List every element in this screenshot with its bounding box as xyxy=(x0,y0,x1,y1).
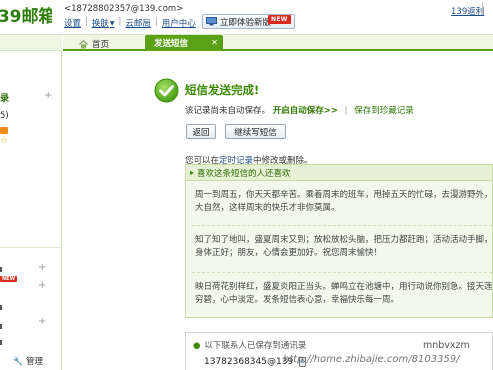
user-center-link[interactable]: 用户中心 xyxy=(162,17,196,29)
settings-link[interactable]: 设置 xyxy=(64,17,81,29)
link-separator: | xyxy=(85,17,88,27)
save-status-line: 该记录尚未自动保存。 开启自动保存>> | 保存到珍藏记录 xyxy=(185,104,414,116)
sidebar-divider xyxy=(0,247,62,248)
success-title: 短信发送完成! xyxy=(185,83,260,97)
manage-label: 管理 xyxy=(25,357,43,367)
close-icon[interactable]: ✕ xyxy=(211,38,218,47)
message-divider xyxy=(192,272,492,273)
suggested-message[interactable]: 映日荷花别样红，盛夏炎阳正当头。蝉鸣立在池塘中，用行动说你别急。接天莲叶无穷碧，… xyxy=(195,281,492,307)
sidebar-new-badge: NEW xyxy=(0,276,18,282)
mailbox-logo[interactable]: 139邮箱 xyxy=(0,5,52,27)
rebate-link[interactable]: 139返利 xyxy=(451,5,484,17)
suggestion-panel: ▸ 喜欢这条短信的人还喜欢 周一到周五，你天天都辛苦。乘着周末的班车，甩掉五天的… xyxy=(185,164,493,318)
folder-icon[interactable] xyxy=(0,127,8,134)
suggestion-header[interactable]: ▸ 喜欢这条短信的人还喜欢 xyxy=(186,165,492,181)
chevron-down-icon: ▼ xyxy=(109,20,115,27)
suggested-message[interactable]: 周一到周五，你天天都辛苦。乘着周末的班车，甩掉五天的忙碌，去漫游野外，融入大自然… xyxy=(195,189,492,215)
sidebar-top-strip xyxy=(0,35,62,51)
sidebar-item-marker xyxy=(0,324,2,329)
sidebar-item-marker xyxy=(0,340,2,345)
wrench-icon: 🔧 xyxy=(13,357,23,366)
monitor-icon xyxy=(206,17,217,26)
header-divider xyxy=(482,3,483,15)
tab-send-sms[interactable]: 发送短信 ✕ xyxy=(145,35,223,51)
cloud-post-link[interactable]: 云邮局 xyxy=(125,17,151,29)
sidebar-item-marker xyxy=(0,267,2,272)
suggested-message[interactable]: 知了知了地叫，盛夏周末又到；放松放松头脑，把压力都赶跑；活动活动手脚，健康身体正… xyxy=(195,234,492,260)
sidebar-count[interactable]: 5) xyxy=(0,111,9,121)
new-badge: NEW xyxy=(268,15,291,24)
contacts-header-label: 以下联系人已保存到通讯录 xyxy=(204,341,307,351)
tab-send-sms-label: 发送短信 xyxy=(154,39,189,49)
left-sidebar: 录 + 5) ☆ + NEW + + 🔧 管理 xyxy=(0,35,62,370)
tab-home-label: 首页 xyxy=(92,40,110,50)
add-plus-icon[interactable]: + xyxy=(38,262,46,273)
top-links: 设置 | 换肤▼ | 云邮局 | 用户中心 xyxy=(64,17,196,29)
back-button[interactable]: 返回 xyxy=(186,124,216,139)
check-circle-icon xyxy=(154,78,179,103)
add-plus-icon[interactable]: + xyxy=(38,280,46,291)
contacts-header: ● 以下联系人已保存到通讯录 xyxy=(193,339,306,351)
sidebar-section-label[interactable]: 录 xyxy=(0,91,9,104)
tab-home[interactable]: 首页 xyxy=(67,37,143,51)
tab-bar: 首页 发送短信 ✕ xyxy=(63,35,493,51)
link-separator: | xyxy=(118,17,122,27)
main-content: 短信发送完成! 该记录尚未自动保存。 开启自动保存>> | 保存到珍藏记录 返回… xyxy=(63,53,493,370)
top-header: 139邮箱 <18728802357@139.com> 设置 | 换肤▼ | 云… xyxy=(0,0,493,35)
message-divider xyxy=(192,225,492,226)
add-plus-icon[interactable]: + xyxy=(38,316,46,327)
save-note: 该记录尚未自动保存。 xyxy=(185,106,271,116)
bullet-icon: ● xyxy=(193,341,201,351)
logo-text: 139邮箱 xyxy=(0,6,52,27)
watermark-url: http://home.zhibajie.com/8103359/ xyxy=(283,354,460,365)
manage-link[interactable]: 🔧 管理 xyxy=(13,355,43,367)
link-separator: | xyxy=(154,17,158,27)
home-icon xyxy=(79,39,88,48)
save-to-collection-link[interactable]: 保存到珍藏记录 xyxy=(354,106,414,116)
sidebar-item-marker xyxy=(0,305,2,310)
link-separator: | xyxy=(344,106,348,116)
star-icon[interactable]: ☆ xyxy=(0,137,8,146)
continue-writing-button[interactable]: 继续写短信 xyxy=(225,124,286,139)
contact-phone[interactable]: 13782368345@139 xyxy=(204,357,293,367)
caret-right-icon: ▸ xyxy=(190,168,195,177)
add-plus-icon[interactable]: + xyxy=(44,90,52,101)
skin-link[interactable]: 换肤▼ xyxy=(92,17,115,29)
skin-link-label: 换肤 xyxy=(91,19,109,29)
watermark-brand: mnbvxzm xyxy=(423,340,470,351)
user-email: <18728802357@139.com> xyxy=(64,4,184,14)
try-new-version-label: 立即体验新版 xyxy=(220,17,272,28)
suggestion-header-label: 喜欢这条短信的人还喜欢 xyxy=(197,168,291,179)
auto-save-link[interactable]: 开启自动保存>> xyxy=(273,106,338,116)
